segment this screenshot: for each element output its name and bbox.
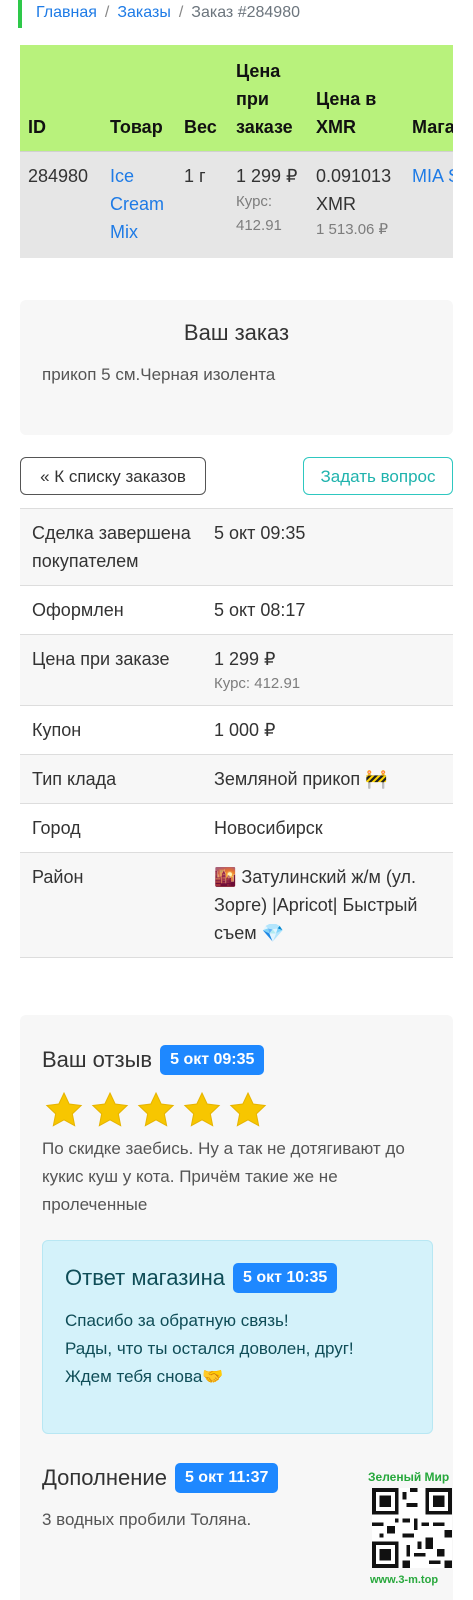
ask-question-button[interactable]: Задать вопрос: [303, 457, 453, 495]
review-time-badge: 5 окт 09:35: [160, 1045, 265, 1075]
star-icon: [91, 1091, 129, 1127]
xmr-rub-value: 1 513.06 ₽: [316, 221, 389, 238]
star-icon: [137, 1091, 175, 1127]
star-icon: [45, 1091, 83, 1127]
back-to-orders-button[interactable]: « К списку заказов: [20, 457, 206, 495]
detail-row-city: Город Новосибирск: [20, 804, 453, 853]
detail-row-completed: Сделка завершена покупателем 5 окт 09:35: [20, 509, 453, 586]
detail-row-coupon: Купон 1 000 ₽: [20, 706, 453, 755]
detail-row-district: Район 🌇 Затулинский ж/м (ул. Зорге) |Apr…: [20, 853, 453, 958]
detail-value-block: 1 299 ₽ Курс: 412.91: [214, 635, 453, 705]
order-table-header: ID Товар Вес Цена при заказе Цена в XMR …: [20, 45, 453, 152]
star-icon: [229, 1091, 267, 1127]
detail-row-stash-type: Тип клада Земляной прикоп 🚧: [20, 755, 453, 804]
detail-label: Цена при заказе: [32, 649, 170, 669]
watermark-url: www.3-m.top: [370, 1574, 439, 1586]
detail-label: Сделка завершена покупателем: [32, 523, 191, 571]
detail-row-price: Цена при заказе 1 299 ₽ Курс: 412.91: [20, 635, 453, 706]
detail-value: Новосибирск: [214, 818, 323, 838]
detail-value: 1 000 ₽: [214, 720, 276, 740]
detail-value: 🌇 Затулинский ж/м (ул. Зорге) |Apricot| …: [214, 867, 418, 943]
review-heading: Ваш отзыв 5 окт 09:35: [42, 1045, 265, 1075]
detail-rate: Курс: 412.91: [214, 675, 301, 692]
col-price: Цена при заказе: [228, 45, 308, 152]
cell-price: 1 299 ₽ Курс: 412.91: [228, 151, 308, 258]
col-shop: Магазин: [404, 45, 453, 152]
order-card: Ваш заказ прикоп 5 см.Черная изолента: [20, 300, 453, 435]
rating-stars: [44, 1090, 268, 1130]
review-title: Ваш отзыв: [42, 1047, 153, 1072]
breadcrumb-separator: /: [178, 4, 184, 21]
addition-title: Дополнение: [42, 1465, 167, 1490]
watermark-top-text: Зеленый Мир: [368, 1470, 450, 1484]
col-id: ID: [20, 45, 102, 152]
col-product: Товар: [102, 45, 176, 152]
breadcrumb-home[interactable]: Главная: [36, 4, 97, 21]
cell-id: 284980: [20, 151, 102, 258]
product-link[interactable]: Ice Cream Mix: [110, 166, 164, 242]
qr-code-icon: [372, 1488, 452, 1568]
shop-reply-line: Спасибо за обратную связь!: [65, 1311, 289, 1330]
breadcrumb-separator: /: [104, 4, 110, 21]
shop-reply-line: Рады, что ты остался доволен, друг!: [65, 1339, 354, 1358]
price-value: 1 299 ₽: [236, 166, 298, 186]
addition-text: 3 водных пробили Толяна.: [42, 1510, 252, 1529]
detail-label: Оформлен: [32, 600, 124, 620]
detail-value: 5 окт 09:35: [214, 523, 306, 543]
col-weight: Вес: [176, 45, 228, 152]
shop-reply-card: Ответ магазина 5 окт 10:35 Спасибо за об…: [42, 1240, 433, 1434]
shop-reply-heading: Ответ магазина 5 окт 10:35: [65, 1263, 338, 1293]
detail-value: 5 окт 08:17: [214, 600, 306, 620]
detail-label: Город: [32, 818, 81, 838]
detail-value: 1 299 ₽: [214, 649, 276, 669]
shop-link[interactable]: MIA SHOP: [412, 166, 453, 186]
detail-label: Район: [32, 867, 84, 887]
detail-label: Тип клада: [32, 769, 117, 789]
detail-label: Купон: [32, 720, 82, 740]
shop-reply-text: Спасибо за обратную связь! Рады, что ты …: [65, 1307, 354, 1391]
review-text: По скидке заебись. Ну а так не дотягиваю…: [42, 1139, 405, 1214]
order-table: ID Товар Вес Цена при заказе Цена в XMR …: [20, 45, 453, 258]
order-details: Сделка завершена покупателем 5 окт 09:35…: [20, 508, 453, 958]
order-card-note: прикоп 5 см.Черная изолента: [42, 365, 276, 384]
col-xmr-price: Цена в XMR: [308, 45, 404, 152]
shop-reply-title: Ответ магазина: [65, 1265, 225, 1290]
watermark: Зеленый Мир www.3-m.top: [364, 1470, 460, 1595]
addition-heading: Дополнение 5 окт 11:37: [42, 1463, 279, 1493]
xmr-value: 0.091013 XMR: [316, 166, 392, 214]
breadcrumb-current: Заказ #284980: [191, 4, 300, 21]
price-rate: Курс: 412.91: [236, 193, 282, 234]
table-row: 284980 Ice Cream Mix 1 г 1 299 ₽ Курс: 4…: [20, 151, 453, 258]
star-icon: [183, 1091, 221, 1127]
shop-reply-time-badge: 5 окт 10:35: [232, 1263, 338, 1293]
breadcrumb: Главная / Заказы / Заказ #284980: [18, 0, 300, 28]
cell-xmr: 0.091013 XMR 1 513.06 ₽: [308, 151, 404, 258]
shop-reply-line: Ждем тебя снова🤝: [65, 1367, 224, 1386]
cell-weight: 1 г: [176, 151, 228, 258]
detail-row-created: Оформлен 5 окт 08:17: [20, 586, 453, 635]
order-card-title: Ваш заказ: [183, 320, 290, 345]
addition-time-badge: 5 окт 11:37: [174, 1463, 279, 1493]
breadcrumb-orders[interactable]: Заказы: [117, 4, 170, 21]
detail-value: Земляной прикоп 🚧: [214, 769, 388, 789]
